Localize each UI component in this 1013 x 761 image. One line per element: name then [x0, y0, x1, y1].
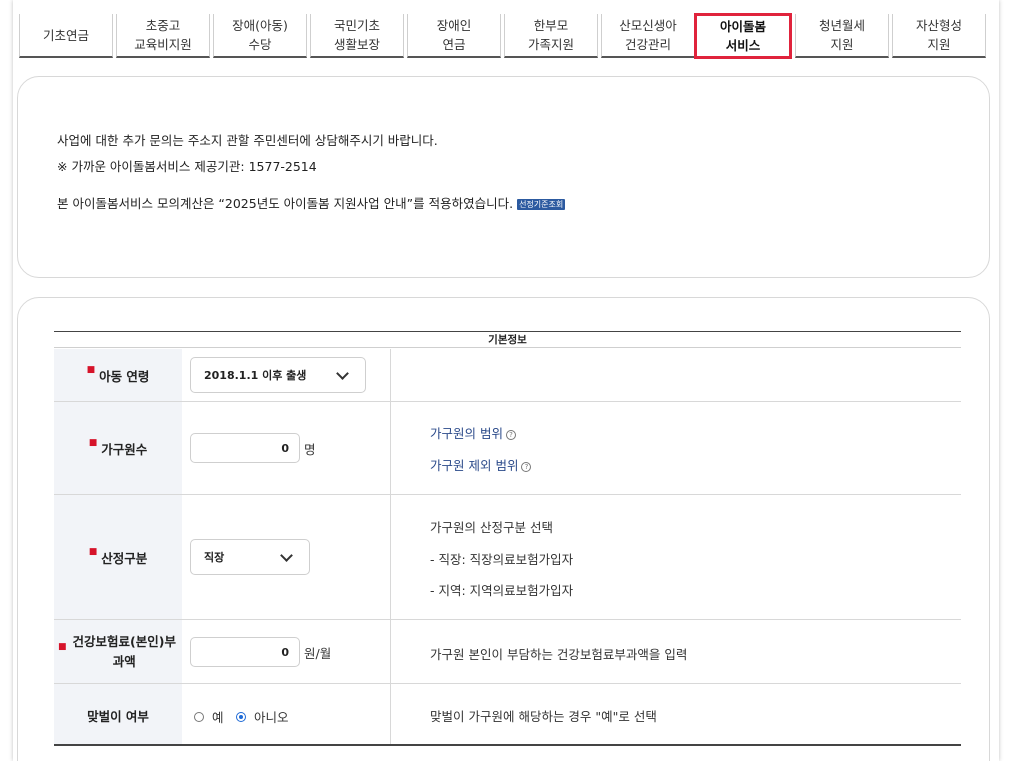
field-input-cell: 원/월 [182, 620, 391, 683]
dual-income-yes-radio[interactable]: 예 [194, 707, 224, 726]
field-description: 가구원 본인이 부담하는 건강보험료부과액을 입력 [430, 620, 961, 683]
household-unit: 명 [304, 442, 316, 457]
field-input-cell: 예 아니오 [182, 684, 391, 746]
tab-label-2: 수당 [248, 37, 272, 52]
section-bottom-divider [54, 744, 961, 746]
row-health-insurance: ■건강보험료(본인)부과액 원/월 가구원 본인이 부담하는 건강보험료부과액을… [54, 620, 961, 684]
calc-type-desc-workplace: - 직장: 직장의료보험가입자 [430, 552, 574, 567]
tab-label: 한부모 [533, 18, 569, 33]
tab-bar: 기초연금 초중고 교육비지원 장애(아동) 수당 국민기초 생활보장 장애인 연… [19, 13, 986, 59]
tab-label-2: 서비스 [725, 38, 761, 53]
field-label: ■ 아동 연령 [54, 349, 182, 401]
tab-label: 국민기초 [333, 18, 380, 33]
tab-youth-rent[interactable]: 청년월세 지원 [795, 14, 889, 58]
calc-type-select[interactable]: 직장 [190, 539, 310, 575]
tab-label: 초중고 [145, 18, 181, 33]
tab-disability-pension[interactable]: 장애인 연금 [407, 14, 501, 58]
selection-criteria-badge[interactable]: 선정기준조회 [517, 199, 566, 210]
field-label: ■ 건강보험료(본인)부과액 [54, 620, 182, 683]
tab-child-care-service[interactable]: 아이돌봄 서비스 [694, 13, 792, 59]
tab-education-support[interactable]: 초중고 교육비지원 [116, 14, 210, 58]
chevron-down-icon [336, 367, 349, 380]
help-icon[interactable]: ? [505, 430, 516, 440]
info-guide-text: 본 아이돌봄서비스 모의계산은 “2025년도 아이돌봄 지원사업 안내”를 적… [57, 196, 514, 211]
household-scope-link[interactable]: 가구원의 범위? [430, 423, 516, 442]
field-input-cell: 명 [182, 402, 391, 494]
tab-label: 산모신생아 [619, 18, 677, 33]
tab-label-2: 연금 [442, 37, 466, 52]
section-title: 기본정보 [54, 332, 961, 348]
help-icon[interactable]: ? [521, 462, 532, 472]
field-input-cell: 2018.1.1 이후 출생 [182, 349, 391, 401]
field-label: ■ 산정구분 [54, 495, 182, 619]
tab-label-2: 가족지원 [527, 37, 574, 52]
tab-label: 장애(아동) [232, 18, 288, 33]
insurance-desc: 가구원 본인이 부담하는 건강보험료부과액을 입력 [430, 647, 688, 662]
field-label: ■ 가구원수 [54, 402, 182, 494]
form-box: 기본정보 ■아동 연령 2018.1.1 이후 출생 ■가구원수 명 가구원의 … [17, 297, 990, 761]
tab-basic-livelihood[interactable]: 국민기초 생활보장 [310, 14, 404, 58]
info-box: 사업에 대한 추가 문의는 주소지 관할 주민센터에 상담해주시기 바랍니다. … [17, 76, 990, 278]
tab-label-2: 지원 [927, 37, 951, 52]
tab-label: 장애인 [436, 18, 472, 33]
tab-asset-building[interactable]: 자산형성 지원 [892, 14, 986, 58]
household-count-input[interactable] [190, 433, 300, 463]
field-description: 가구원의 산정구분 선택 - 직장: 직장의료보험가입자 - 지역: 지역의료보… [430, 495, 961, 619]
tab-label-2: 건강관리 [624, 37, 671, 52]
health-insurance-input[interactable] [190, 637, 300, 667]
calc-type-desc: 가구원의 산정구분 선택 [430, 520, 553, 535]
radio-on-icon [236, 711, 246, 722]
row-household-count: ■가구원수 명 가구원의 범위? 가구원 제외 범위? [54, 402, 961, 495]
tab-label-2: 지원 [830, 37, 854, 52]
tab-label-2: 교육비지원 [134, 37, 192, 52]
row-dual-income: 맞벌이 여부 예 아니오 맞벌이 가구원에 해당하는 경우 "예"로 선택 [54, 684, 961, 746]
dual-income-desc: 맞벌이 가구원에 해당하는 경우 "예"로 선택 [430, 709, 657, 724]
household-exclusion-link[interactable]: 가구원 제외 범위? [430, 455, 532, 474]
tab-label: 자산형성 [915, 18, 962, 33]
field-description [430, 349, 961, 401]
tab-label: 아이돌봄 [719, 19, 766, 34]
chevron-down-icon [280, 549, 293, 562]
required-marker: ■ [88, 438, 98, 448]
child-age-select[interactable]: 2018.1.1 이후 출생 [190, 357, 366, 393]
insurance-unit: 원/월 [304, 646, 332, 661]
required-marker: ■ [88, 547, 98, 557]
tab-label: 기초연금 [42, 27, 89, 43]
row-calc-type: ■ 산정구분 직장 가구원의 산정구분 선택 - 직장: 직장의료보험가입자 - … [54, 495, 961, 620]
tab-basic-pension[interactable]: 기초연금 [19, 14, 113, 58]
page-frame: 기초연금 초중고 교육비지원 장애(아동) 수당 국민기초 생활보장 장애인 연… [13, 0, 999, 761]
calc-type-value: 직장 [204, 551, 225, 564]
field-input-cell: 직장 [182, 495, 391, 619]
dual-income-no-radio[interactable]: 아니오 [236, 707, 289, 726]
required-marker: ■ [58, 641, 67, 652]
required-marker: ■ [86, 365, 96, 375]
tab-label-2: 생활보장 [333, 37, 380, 52]
tab-label: 청년월세 [818, 18, 865, 33]
calc-type-desc-regional: - 지역: 지역의료보험가입자 [430, 583, 574, 598]
row-child-age: ■ 아동 연령 2018.1.1 이후 출생 [54, 349, 961, 402]
radio-off-icon [194, 711, 204, 722]
tab-disability-child-allowance[interactable]: 장애(아동) 수당 [213, 14, 307, 58]
field-label: 맞벌이 여부 [54, 684, 182, 746]
tab-maternal-newborn[interactable]: 산모신생아 건강관리 [601, 14, 695, 58]
field-description: 맞벌이 가구원에 해당하는 경우 "예"로 선택 [430, 684, 961, 746]
field-description: 가구원의 범위? 가구원 제외 범위? [430, 402, 961, 494]
child-age-value: 2018.1.1 이후 출생 [204, 369, 307, 382]
info-guide-note: 본 아이돌봄서비스 모의계산은 “2025년도 아이돌봄 지원사업 안내”를 적… [57, 193, 566, 212]
info-provider-phone: ※ 가까운 아이돌봄서비스 제공기관: 1577-2514 [57, 159, 317, 174]
tab-single-parent[interactable]: 한부모 가족지원 [504, 14, 598, 58]
info-inquiry-text: 사업에 대한 추가 문의는 주소지 관할 주민센터에 상담해주시기 바랍니다. [57, 133, 438, 148]
